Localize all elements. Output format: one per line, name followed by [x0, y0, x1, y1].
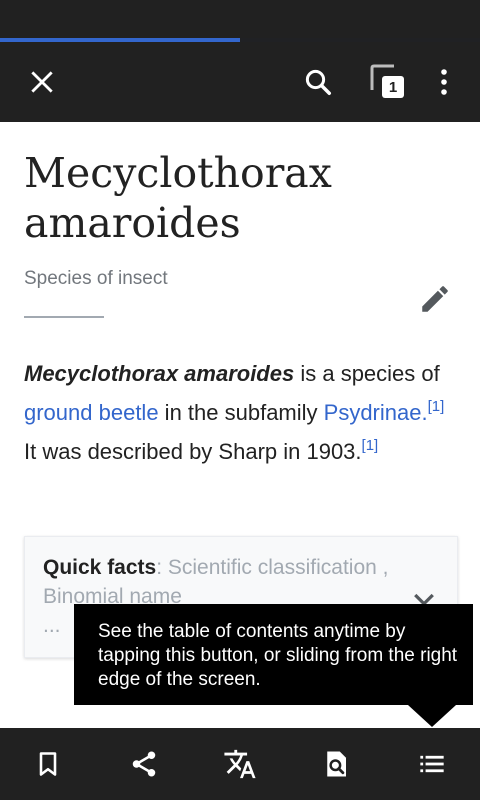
status-bar	[0, 0, 480, 38]
find-in-page-button[interactable]	[312, 740, 360, 788]
tabs-icon: 1	[368, 62, 408, 102]
share-icon	[132, 751, 156, 777]
search-icon	[305, 69, 331, 95]
title-line-2: amaroides	[24, 199, 241, 247]
close-button[interactable]	[14, 54, 70, 110]
find-in-page-icon	[327, 751, 346, 777]
tooltip-text: See the table of contents anytime by tap…	[98, 621, 458, 690]
quick-facts-label: Quick facts	[43, 556, 157, 579]
article-description: Species of insect	[24, 268, 168, 289]
article-header: Mecyclothorax amaroides Species of insec…	[24, 122, 456, 290]
tabs-button[interactable]: 1	[360, 54, 416, 110]
link-psydrinae[interactable]: Psydrinae	[324, 400, 422, 425]
bookmark-button[interactable]	[24, 740, 72, 788]
lead-text: is a species of	[294, 361, 440, 386]
lead-paragraph: Mecyclothorax amaroides is a species of …	[24, 354, 456, 471]
reference-link[interactable]: [1]	[428, 398, 445, 415]
bottom-action-bar	[0, 728, 480, 800]
link-ground-beetle[interactable]: ground beetle	[24, 400, 159, 425]
top-toolbar: 1	[0, 42, 480, 122]
bookmark-icon	[39, 752, 57, 776]
header-divider	[24, 316, 104, 318]
close-icon	[31, 71, 53, 93]
quick-facts-ellipsis: ...	[43, 614, 61, 637]
table-of-contents-icon	[420, 755, 444, 773]
reference-link[interactable]: [1]	[362, 437, 379, 454]
share-button[interactable]	[120, 740, 168, 788]
language-button[interactable]	[216, 740, 264, 788]
tooltip-arrow	[408, 705, 456, 727]
table-of-contents-button[interactable]	[408, 740, 456, 788]
search-button[interactable]	[290, 54, 346, 110]
pencil-icon	[422, 286, 448, 312]
lead-text: It was described by Sharp in 1903.	[24, 439, 362, 464]
page-title: Mecyclothorax amaroides	[24, 122, 456, 248]
species-name: Mecyclothorax amaroides	[24, 361, 295, 386]
title-line-1: Mecyclothorax	[24, 149, 332, 197]
tab-count: 1	[382, 76, 404, 98]
more-vert-icon	[441, 69, 447, 95]
toc-tooltip[interactable]: See the table of contents anytime by tap…	[74, 604, 473, 705]
translate-icon	[224, 749, 256, 779]
edit-description-button[interactable]	[412, 276, 458, 322]
more-options-button[interactable]	[416, 54, 472, 110]
lead-text: in the subfamily	[158, 400, 324, 425]
